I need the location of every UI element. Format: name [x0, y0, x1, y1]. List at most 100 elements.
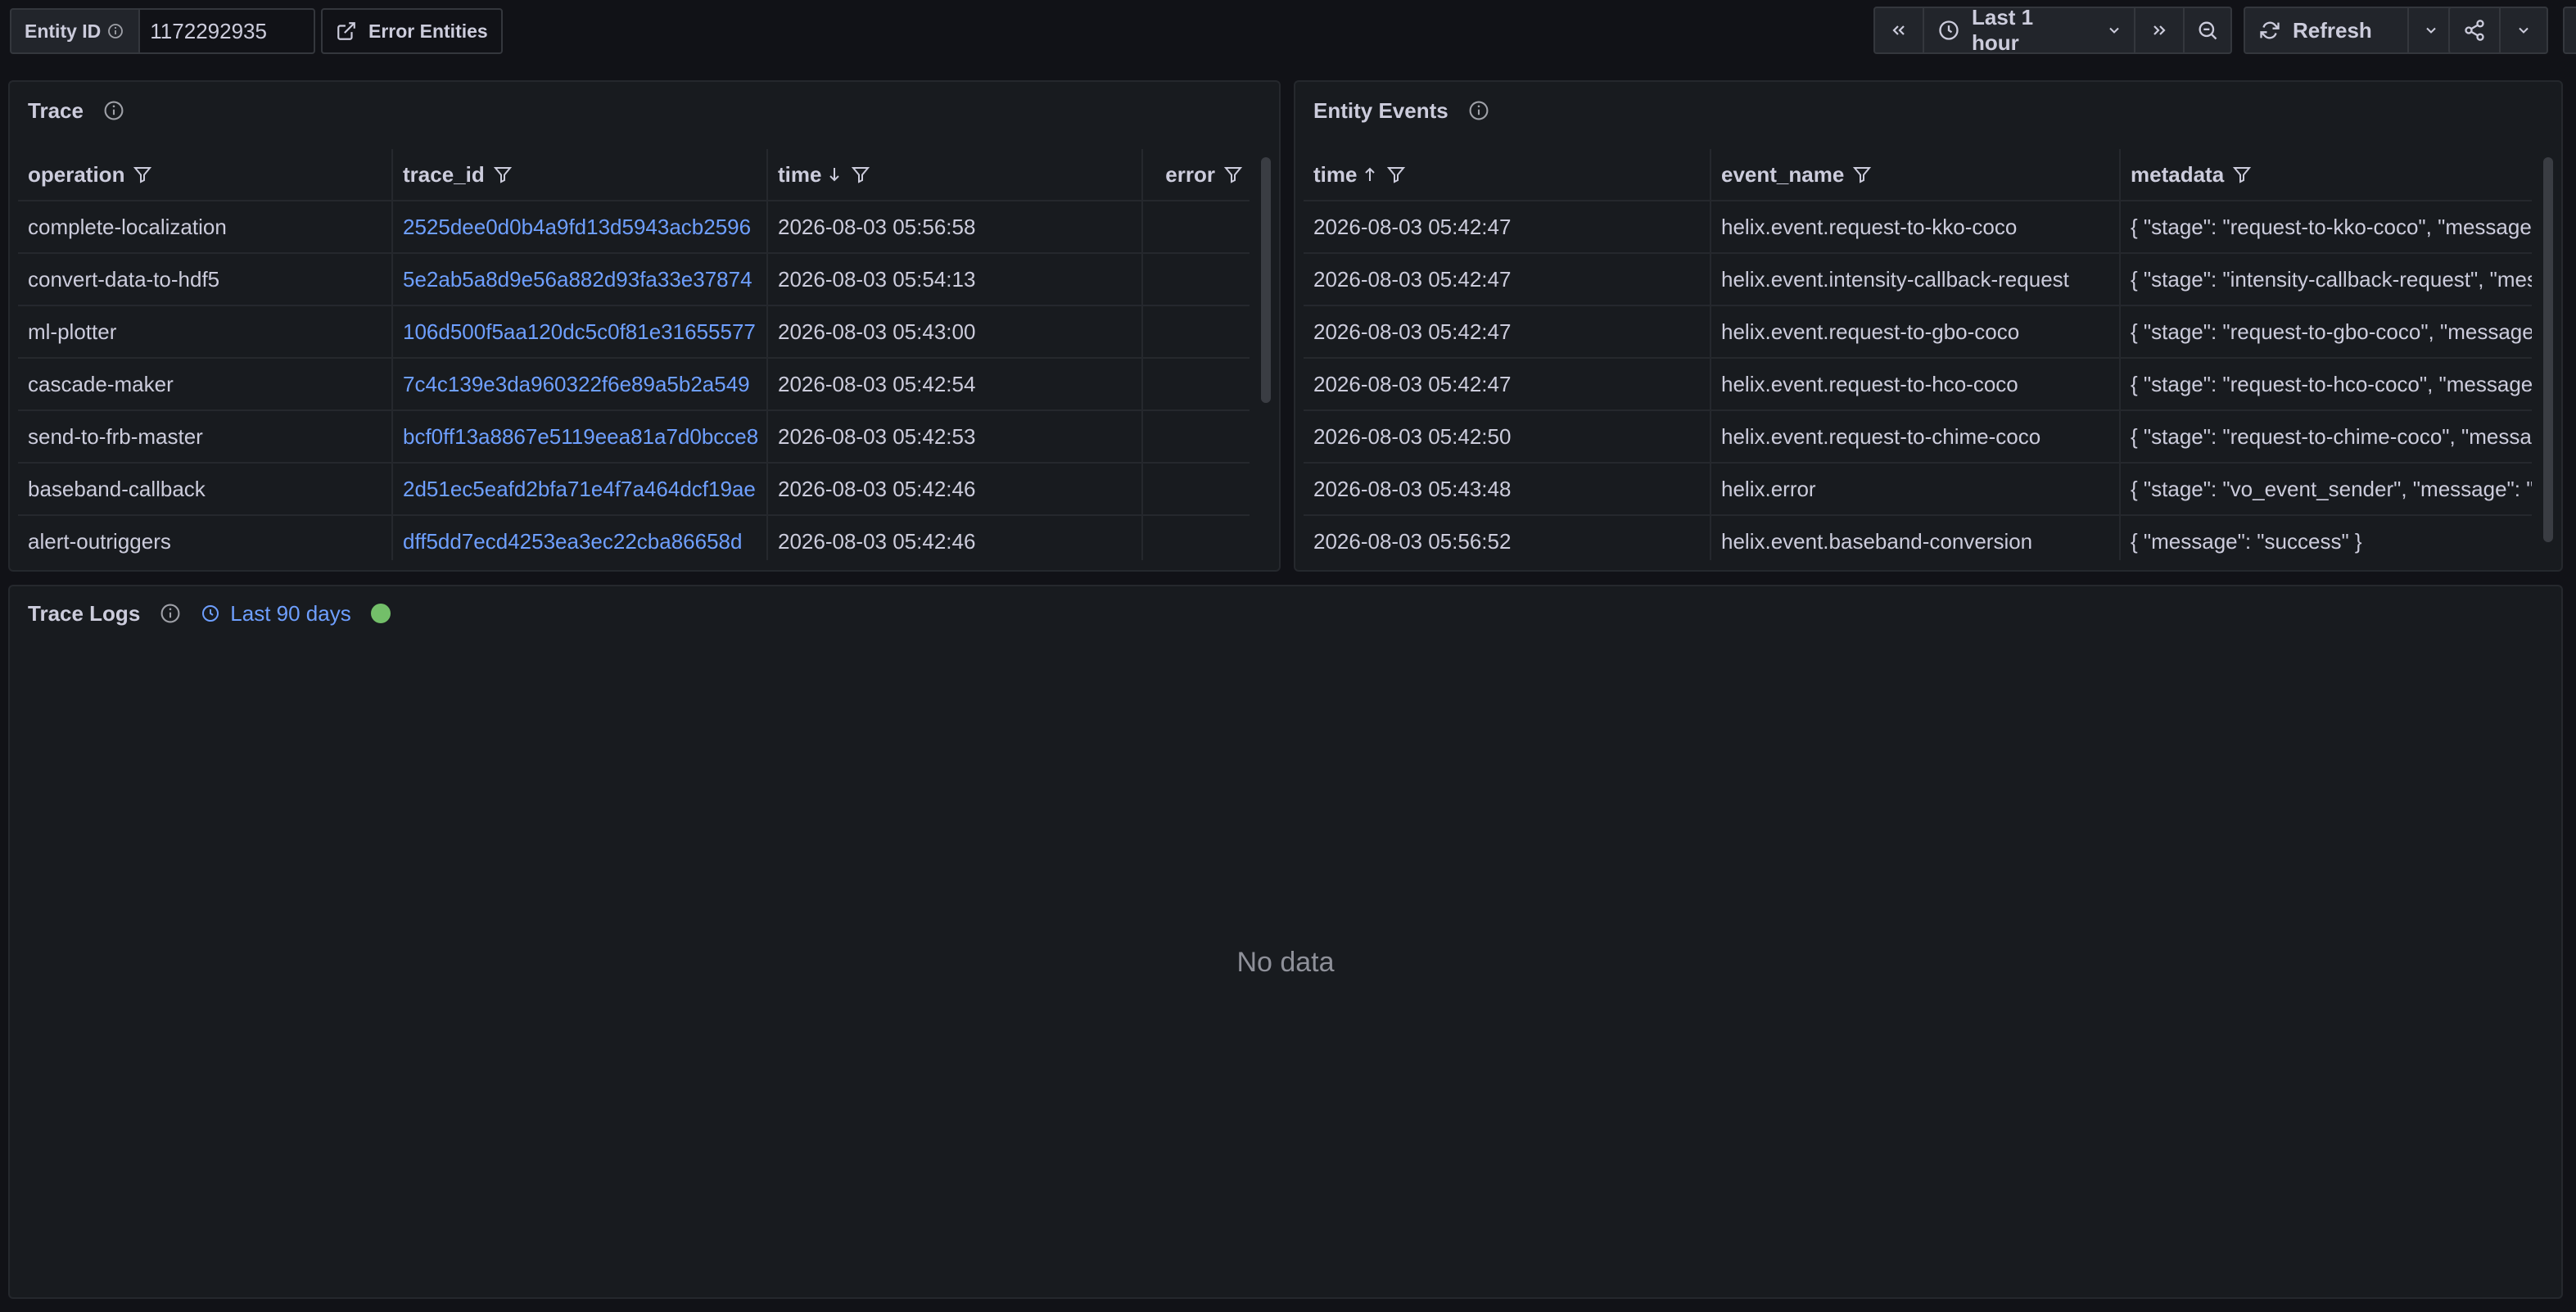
table-row[interactable]: 2026-08-03 05:42:47 helix.event.intensity… [1304, 254, 2532, 306]
cell-trace-id[interactable]: 2525dee0d0b4a9fd13d5943acb2596 [393, 201, 768, 252]
arrow-up-icon [1362, 165, 1378, 183]
table-row[interactable]: convert-data-to-hdf5 5e2ab5a8d9e56a882d93… [18, 254, 1250, 306]
filter-icon[interactable] [851, 165, 870, 184]
cell-time: 2026-08-03 05:42:46 [768, 516, 1143, 560]
column-header-operation[interactable]: operation [18, 149, 393, 200]
share-icon [2463, 19, 2486, 42]
refresh-group: Refresh [2244, 7, 2455, 54]
external-link-icon [336, 20, 357, 42]
filter-icon[interactable] [1386, 165, 1406, 184]
table-row[interactable]: 2026-08-03 05:42:50 helix.event.request-t… [1304, 411, 2532, 464]
cell-error [1143, 254, 1250, 305]
cell-error [1143, 464, 1250, 514]
entity-events-panel-header: Entity Events [1313, 97, 1489, 124]
chevron-down-icon [2106, 22, 2122, 38]
cell-metadata: { "stage": "intensity-callback-request",… [2131, 266, 2532, 292]
table-row[interactable]: 2026-08-03 05:42:47 helix.event.request-t… [1304, 306, 2532, 359]
chevrons-left-icon [1889, 20, 1909, 40]
cell-trace-id[interactable]: 106d500f5aa120dc5c0f81e31655577 [393, 306, 768, 357]
info-icon[interactable] [107, 23, 124, 39]
share-button[interactable] [2448, 7, 2501, 54]
filter-icon[interactable] [133, 165, 152, 184]
refresh-button[interactable]: Refresh [2244, 7, 2409, 54]
cell-trace-id[interactable]: 2d51ec5eafd2bfa71e4f7a464dcf19ae [393, 464, 768, 514]
time-range-picker[interactable]: Last 1 hour [1923, 5, 2135, 55]
table-row[interactable]: 2026-08-03 05:42:47 helix.event.request-t… [1304, 359, 2532, 411]
zoom-out-button[interactable] [2183, 7, 2232, 54]
trace-logs-panel: Trace Logs Last 90 days No data [8, 585, 2563, 1299]
error-entities-link[interactable]: Error Entities [321, 8, 503, 54]
cell-time: 2026-08-03 05:42:46 [768, 464, 1143, 514]
cell-time: 2026-08-03 05:42:47 [1304, 359, 1711, 409]
trace-panel: Trace operation trace_id time error comp… [8, 80, 1281, 572]
panel-title: Trace Logs [28, 600, 141, 626]
table-row[interactable]: cascade-maker 7c4c139e3da960322f6e89a5b2a… [18, 359, 1250, 411]
panel-title: Trace [28, 97, 84, 123]
filter-icon[interactable] [493, 165, 513, 184]
cell-event-name: helix.event.baseband-conversion [1711, 516, 2121, 560]
cell-operation: ml-plotter [18, 306, 393, 357]
table-row[interactable]: 2026-08-03 05:43:48 helix.error { "stage":… [1304, 464, 2532, 516]
table-row[interactable]: complete-localization 2525dee0d0b4a9fd13d… [18, 201, 1250, 254]
cell-time: 2026-08-03 05:43:00 [768, 306, 1143, 357]
time-picker-group: Last 1 hour [1873, 5, 2232, 55]
cell-trace-id[interactable]: 5e2ab5a8d9e56a882d93fa33e37874 [393, 254, 768, 305]
cell-error [1143, 516, 1250, 560]
filter-icon[interactable] [2232, 165, 2252, 184]
info-icon[interactable] [160, 603, 181, 624]
cell-trace-id[interactable]: bcf0ff13a8867e5119eea81a7d0bcce8 [393, 411, 768, 462]
column-header-error[interactable]: error [1143, 149, 1250, 200]
trace-panel-header: Trace [28, 97, 124, 124]
filter-icon[interactable] [1223, 165, 1243, 184]
cell-operation: baseband-callback [18, 464, 393, 514]
table-row[interactable]: baseband-callback 2d51ec5eafd2bfa71e4f7a4… [18, 464, 1250, 516]
cell-time: 2026-08-03 05:42:53 [768, 411, 1143, 462]
cell-metadata: { "stage": "vo_event_sender", "message":… [2131, 476, 2532, 501]
cell-event-name: helix.event.request-to-kko-coco [1711, 201, 2121, 252]
cell-time: 2026-08-03 05:42:47 [1304, 306, 1711, 357]
time-shift-back-button[interactable] [1873, 7, 1924, 54]
column-header-trace-id[interactable]: trace_id [393, 149, 768, 200]
time-shift-forward-button[interactable] [2134, 7, 2185, 54]
trace-table: operation trace_id time error complete-l… [18, 149, 1250, 560]
info-icon[interactable] [103, 100, 124, 121]
cell-trace-id[interactable]: dff5dd7ecd4253ea3ec22cba86658d [393, 516, 768, 560]
overflow-button[interactable] [2563, 7, 2576, 54]
cell-operation: cascade-maker [18, 359, 393, 409]
column-header-time[interactable]: time [1304, 149, 1711, 200]
entity-id-variable: Entity ID [10, 8, 316, 54]
cell-time: 2026-08-03 05:56:52 [1304, 516, 1711, 560]
trace-scrollbar[interactable] [1259, 151, 1272, 560]
clock-icon [1937, 19, 1960, 42]
cell-metadata: { "stage": "request-to-gbo-coco", "messa… [2131, 319, 2532, 344]
dashboard-toolbar: Entity ID Error Entities Last 1 hour [0, 0, 2576, 62]
cell-error [1143, 306, 1250, 357]
column-header-event-name[interactable]: event_name [1711, 149, 2121, 200]
cell-event-name: helix.event.request-to-chime-coco [1711, 411, 2121, 462]
entity-id-input[interactable] [138, 8, 316, 54]
table-row[interactable]: ml-plotter 106d500f5aa120dc5c0f81e3165557… [18, 306, 1250, 359]
table-row[interactable]: alert-outriggers dff5dd7ecd4253ea3ec22cba… [18, 516, 1250, 560]
table-row[interactable]: send-to-frb-master bcf0ff13a8867e5119eea8… [18, 411, 1250, 464]
cell-operation: send-to-frb-master [18, 411, 393, 462]
info-icon[interactable] [1468, 100, 1489, 121]
time-range-label: Last 1 hour [1972, 5, 2034, 55]
share-menu-button[interactable] [2499, 7, 2548, 54]
cell-error [1143, 201, 1250, 252]
entity-event-rows: 2026-08-03 05:42:47 helix.event.request-t… [1304, 201, 2532, 560]
cell-time: 2026-08-03 05:42:50 [1304, 411, 1711, 462]
clock-icon [201, 604, 220, 623]
cell-trace-id[interactable]: 7c4c139e3da960322f6e89a5b2a549 [393, 359, 768, 409]
column-header-metadata[interactable]: metadata [2121, 149, 2532, 200]
entity-events-scrollbar[interactable] [2542, 151, 2555, 560]
table-row[interactable]: 2026-08-03 05:42:47 helix.event.request-t… [1304, 201, 2532, 254]
column-header-time[interactable]: time [768, 149, 1143, 200]
table-header: time event_name metadata [1304, 149, 2532, 201]
scrollbar-thumb[interactable] [2543, 157, 2553, 542]
filter-icon[interactable] [1852, 165, 1872, 184]
no-data-message: No data [1236, 947, 1335, 978]
cell-time: 2026-08-03 05:43:48 [1304, 464, 1711, 514]
cell-time: 2026-08-03 05:42:47 [1304, 201, 1711, 252]
table-row[interactable]: 2026-08-03 05:56:52 helix.event.baseband-… [1304, 516, 2532, 560]
scrollbar-thumb[interactable] [1261, 157, 1271, 403]
